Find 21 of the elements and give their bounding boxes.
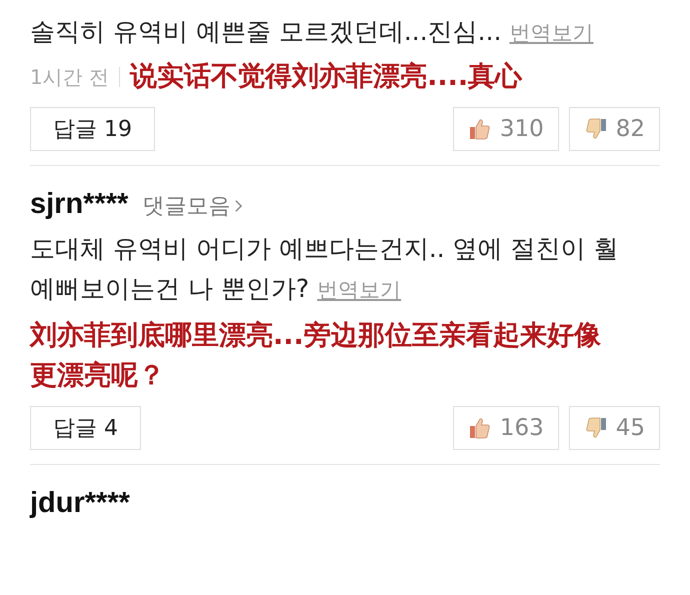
translation-text: 刘亦菲到底哪里漂亮...旁边那位至亲看起来好像更漂亮呢？ (30, 319, 602, 393)
chevron-icon (234, 199, 244, 213)
timestamp: 1시간 전 (30, 64, 110, 90)
comments-link[interactable]: 댓글모음 (142, 191, 244, 221)
translate-link[interactable]: 번역보기 (317, 278, 402, 302)
thumbs-down-icon (584, 117, 608, 141)
thumbs-up-icon (468, 416, 492, 440)
dislike-button[interactable]: 45 (568, 406, 660, 450)
comment-text: 도대체 유역비 어디가 예쁘다는건지.. 옆에 절친이 훨 예뻐보이는건 나 뿐인가? 번역보기 (30, 233, 620, 305)
reply-button[interactable]: 답글 19 (30, 107, 155, 151)
thumbs-up-icon (468, 117, 492, 141)
like-button[interactable]: 163 (452, 406, 559, 450)
translation-text: 说实话不觉得刘亦菲漂亮....真心 (130, 60, 522, 94)
like-button[interactable]: 310 (452, 107, 559, 151)
reply-button[interactable]: 답글 4 (30, 406, 141, 450)
username: sjrn**** (30, 188, 128, 221)
comment-text: 솔직히 유역비 예쁜줄 모르겠던데...진심... 번역보기 (30, 16, 594, 48)
translate-link[interactable]: 번역보기 (509, 21, 594, 45)
username: jdur**** (30, 487, 130, 520)
thumbs-down-icon (584, 416, 608, 440)
dislike-button[interactable]: 82 (568, 107, 660, 151)
